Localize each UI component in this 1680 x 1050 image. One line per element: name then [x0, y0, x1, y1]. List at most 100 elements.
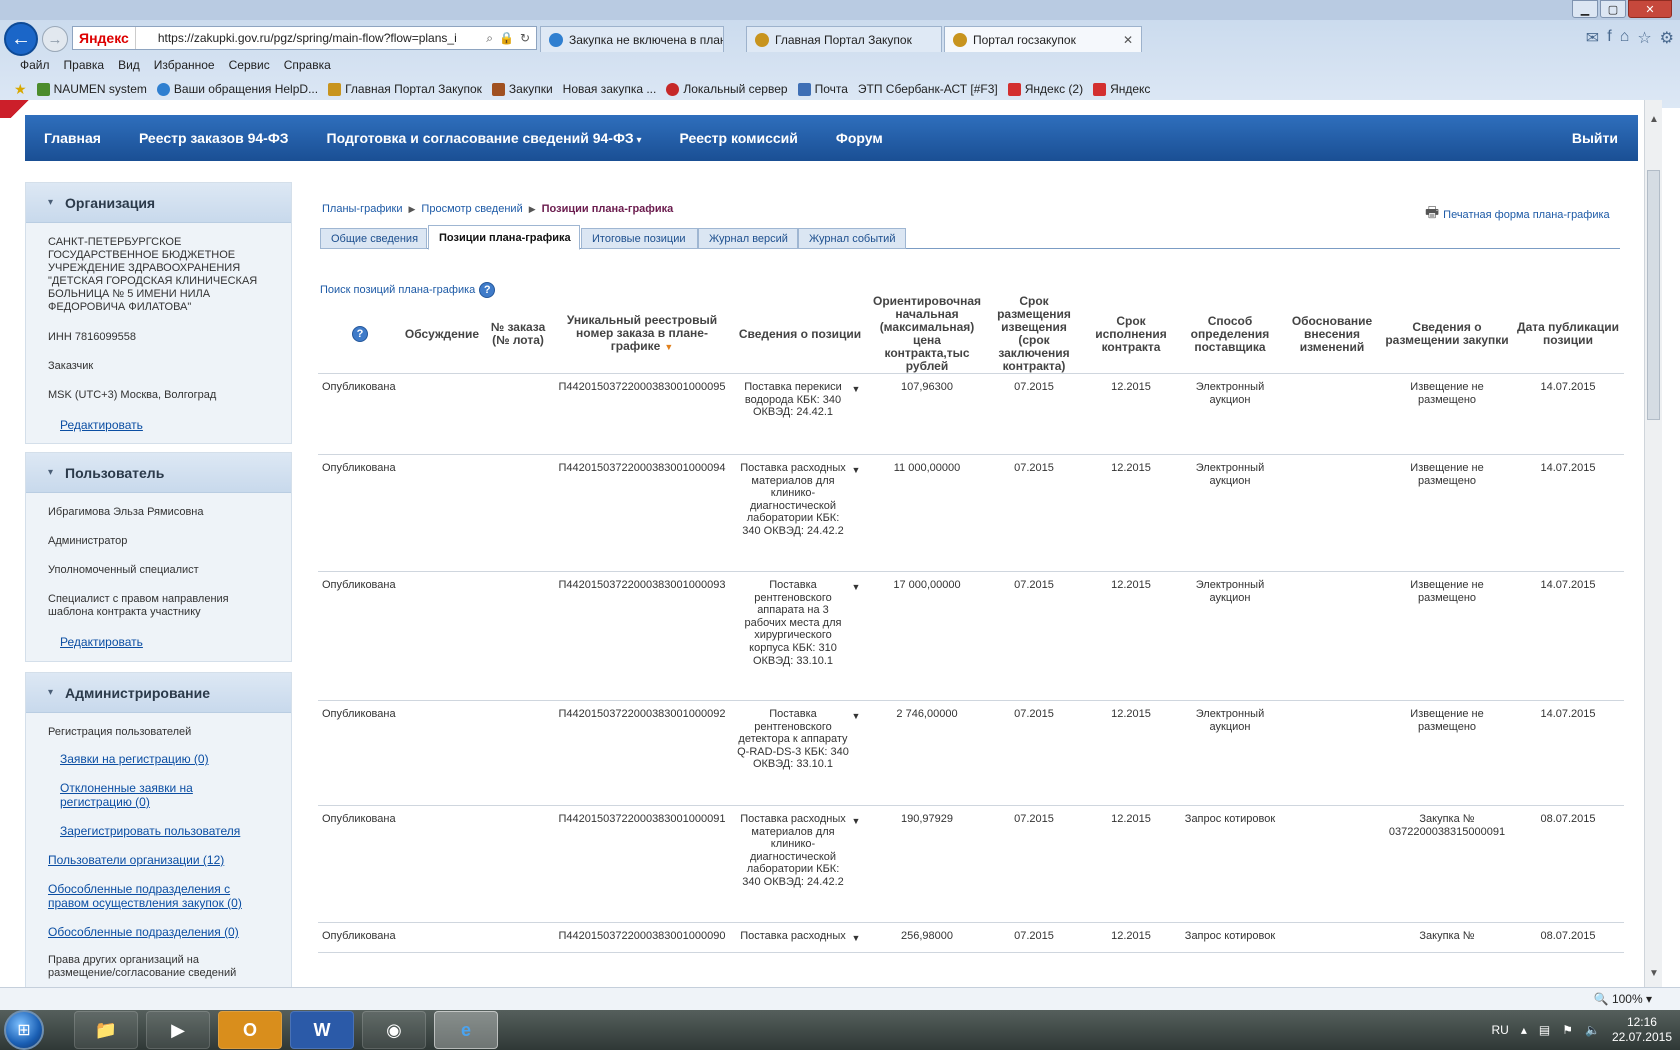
fav-new-purchase[interactable]: Новая закупка ...: [563, 82, 657, 96]
menu-help[interactable]: Справка: [284, 58, 331, 72]
ie-taskbar-icon[interactable]: e: [434, 1011, 498, 1049]
media-player-taskbar-icon[interactable]: ▶: [146, 1011, 210, 1049]
vertical-scrollbar[interactable]: ▲ ▼: [1644, 100, 1662, 987]
sort-desc-icon[interactable]: ▼: [664, 342, 673, 352]
mail-icon[interactable]: ✉: [1586, 28, 1599, 48]
settings-gear-icon[interactable]: ⚙: [1660, 28, 1674, 48]
col-reason[interactable]: Обоснование внесения изменений: [1282, 295, 1382, 374]
row-menu-arrow-icon[interactable]: ▼: [849, 930, 863, 945]
user-header[interactable]: ▾ Пользователь: [26, 453, 291, 493]
organization-header[interactable]: ▾ Организация: [26, 183, 291, 223]
start-button[interactable]: ⊞: [4, 1010, 44, 1050]
subdivisions-link[interactable]: Обособленные подразделения (0): [26, 925, 291, 939]
user-edit-link[interactable]: Редактировать: [26, 635, 291, 649]
purchase-info-cell[interactable]: Закупка №: [1382, 922, 1512, 953]
fav-helpdesk[interactable]: Ваши обращения HelpD...: [156, 82, 318, 96]
admin-header[interactable]: ▾ Администрирование: [26, 673, 291, 713]
col-exec-term[interactable]: Срок исполнения контракта: [1084, 295, 1178, 374]
nav-forum[interactable]: Форум: [817, 130, 902, 146]
fav-yandex[interactable]: Яндекс: [1093, 82, 1150, 96]
fav-mail[interactable]: Почта: [797, 82, 848, 96]
table-row[interactable]: Опубликована П44201503722000383001000095 П…: [318, 373, 1624, 455]
facebook-icon[interactable]: f: [1607, 28, 1611, 48]
subdivisions-purchase-link[interactable]: Обособленные подразделения с правом осущ…: [26, 882, 291, 910]
register-user-link[interactable]: Зарегистрировать пользователя: [26, 824, 291, 838]
back-button[interactable]: ←: [4, 22, 38, 56]
home-icon[interactable]: ⌂: [1620, 28, 1630, 48]
col-position-info[interactable]: Сведения о позиции: [730, 295, 870, 374]
breadcrumb-plans[interactable]: Планы-графики: [322, 203, 403, 215]
help-icon[interactable]: ?: [352, 326, 368, 342]
close-tab-icon[interactable]: ✕: [1115, 33, 1133, 47]
tab-event-log[interactable]: Журнал событий: [798, 228, 906, 249]
menu-tools[interactable]: Сервис: [229, 58, 270, 72]
fav-naumen[interactable]: NAUMEN system: [36, 82, 147, 96]
row-menu-arrow-icon[interactable]: ▼: [849, 579, 863, 667]
tab-main-portal[interactable]: Главная Портал Закупок: [746, 26, 942, 52]
volume-icon[interactable]: 🔈: [1585, 1023, 1600, 1037]
explorer-taskbar-icon[interactable]: 📁: [74, 1011, 138, 1049]
table-row[interactable]: Опубликована П44201503722000383001000092 П…: [318, 700, 1624, 806]
fav-yandex-2[interactable]: Яндекс (2): [1007, 82, 1083, 96]
row-menu-arrow-icon[interactable]: ▼: [849, 462, 863, 538]
col-pub-date[interactable]: Дата публикации позиции: [1512, 295, 1624, 374]
registration-requests-link[interactable]: Заявки на регистрацию (0): [26, 752, 291, 766]
zoom-level[interactable]: 🔍 100% ▾: [1594, 992, 1652, 1006]
nav-preparation[interactable]: Подготовка и согласование сведений 94-ФЗ: [308, 130, 661, 146]
col-price[interactable]: Ориентировочная начальная (максимальная)…: [870, 295, 984, 374]
logout-link[interactable]: Выйти: [1553, 130, 1638, 146]
purchase-info-cell[interactable]: Закупка № 0372200038315000091: [1382, 805, 1512, 923]
row-menu-arrow-icon[interactable]: ▼: [849, 381, 863, 419]
col-lot[interactable]: № заказа (№ лота): [482, 295, 554, 374]
scroll-thumb[interactable]: [1647, 170, 1660, 420]
flag-icon[interactable]: ⚑: [1562, 1023, 1573, 1037]
org-edit-link[interactable]: Редактировать: [26, 418, 291, 432]
chrome-taskbar-icon[interactable]: ◉: [362, 1011, 426, 1049]
fav-sberbank-ast[interactable]: ЭТП Сбербанк-АСТ [#F3]: [858, 82, 998, 96]
table-row[interactable]: Опубликована П44201503722000383001000091 П…: [318, 805, 1624, 923]
tab-total-positions[interactable]: Итоговые позиции: [581, 228, 698, 249]
org-users-link[interactable]: Пользователи организации (12): [26, 853, 291, 867]
row-menu-arrow-icon[interactable]: ▼: [849, 813, 863, 889]
table-row[interactable]: Опубликована П44201503722000383001000090 П…: [318, 922, 1624, 953]
nav-home[interactable]: Главная: [25, 130, 120, 146]
lock-icon[interactable]: 🔒: [499, 31, 514, 46]
scroll-down-icon[interactable]: ▼: [1649, 968, 1659, 979]
menu-edit[interactable]: Правка: [64, 58, 105, 72]
menu-view[interactable]: Вид: [118, 58, 140, 72]
tab-goszakupki[interactable]: Портал госзакупок ✕: [944, 26, 1142, 52]
fav-zakupki[interactable]: Закупки: [491, 82, 553, 96]
col-unique-number[interactable]: Уникальный реестровый номер заказа в пла…: [554, 295, 730, 374]
breadcrumb-view[interactable]: Просмотр сведений: [421, 203, 522, 215]
print-form-link[interactable]: 🖶 Печатная форма плана-графика: [1425, 202, 1610, 227]
address-bar[interactable]: Яндекс https://zakupki.gov.ru/pgz/spring…: [72, 26, 537, 50]
minimize-button[interactable]: ▁: [1572, 0, 1598, 18]
fav-local-server[interactable]: Локальный сервер: [666, 82, 788, 96]
outlook-taskbar-icon[interactable]: O: [218, 1011, 282, 1049]
tab-version-log[interactable]: Журнал версий: [698, 228, 798, 249]
col-purchase-info[interactable]: Сведения о размещении закупки: [1382, 295, 1512, 374]
refresh-icon[interactable]: ↻: [520, 31, 530, 46]
scroll-up-icon[interactable]: ▲: [1649, 114, 1659, 125]
tab-general-info[interactable]: Общие сведения: [320, 228, 427, 249]
row-menu-arrow-icon[interactable]: ▼: [849, 708, 863, 771]
forward-button[interactable]: →: [42, 26, 68, 52]
tab-plan-positions[interactable]: Позиции плана-графика: [428, 225, 580, 250]
table-row[interactable]: Опубликована П44201503722000383001000093 П…: [318, 571, 1624, 701]
rejected-requests-link[interactable]: Отклоненные заявки на регистрацию (0): [26, 781, 291, 809]
language-indicator[interactable]: RU: [1492, 1023, 1509, 1037]
col-notice-term[interactable]: Срок размещения извещения (срок заключен…: [984, 295, 1084, 374]
network-icon[interactable]: ▤: [1539, 1023, 1550, 1037]
maximize-button[interactable]: ▢: [1600, 0, 1626, 18]
table-row[interactable]: Опубликована П44201503722000383001000094 П…: [318, 454, 1624, 572]
favorites-add-icon[interactable]: ★: [14, 81, 27, 98]
nav-commissions[interactable]: Реестр комиссий: [661, 130, 817, 146]
menu-favorites[interactable]: Избранное: [154, 58, 215, 72]
tray-expand-icon[interactable]: ▴: [1521, 1023, 1527, 1037]
menu-file[interactable]: Файл: [20, 58, 50, 72]
favorites-star-icon[interactable]: ☆: [1637, 28, 1651, 48]
url-text[interactable]: https://zakupki.gov.ru/pgz/spring/main-f…: [136, 31, 480, 45]
word-taskbar-icon[interactable]: W: [290, 1011, 354, 1049]
tab-purchase-not-in-plan[interactable]: Закупка не включена в план-...: [540, 26, 724, 52]
close-window-button[interactable]: ✕: [1628, 0, 1672, 18]
